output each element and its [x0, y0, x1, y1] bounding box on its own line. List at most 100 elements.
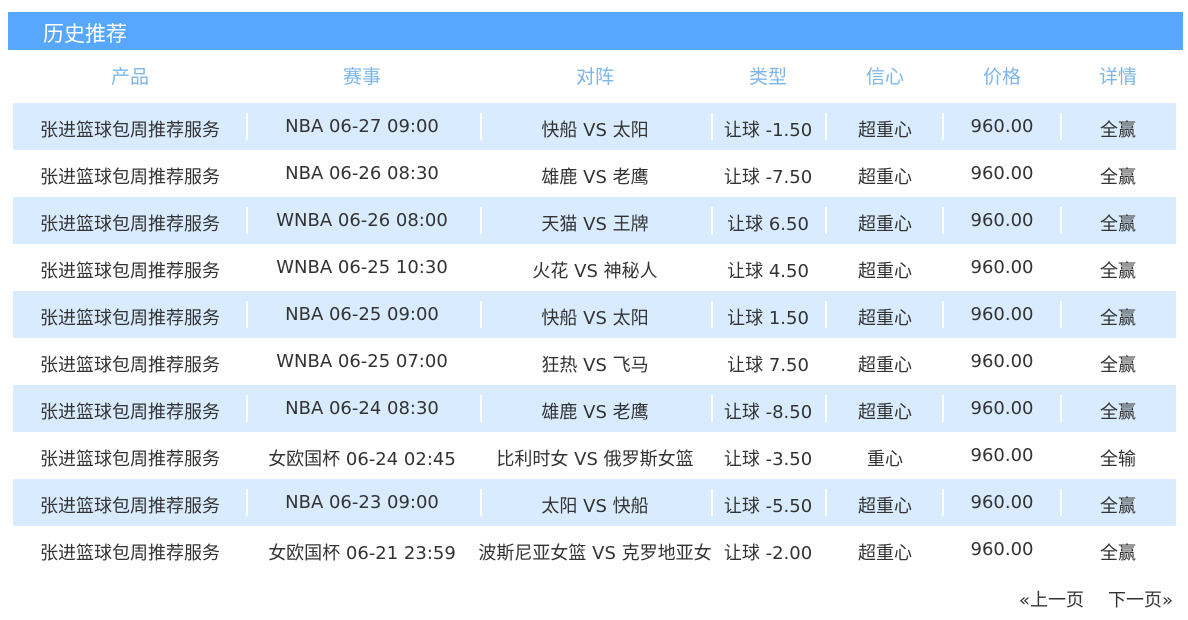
event-cell: NBA 06-25 09:00 [285, 304, 439, 325]
confidence-cell: 超重心 [858, 355, 912, 376]
column-divider [246, 113, 248, 140]
price-cell: 960.00 [970, 210, 1034, 231]
section-title: 历史推荐 [43, 22, 127, 46]
match-cell: 比利时女 VS 俄罗斯女篮 [496, 449, 694, 470]
price-cell: 960.00 [970, 398, 1034, 419]
column-header-event: 赛事 [342, 66, 382, 88]
detail-cell: 全赢 [1100, 308, 1136, 329]
column-divider [825, 301, 827, 328]
product-cell: 张进篮球包周推荐服务 [40, 449, 220, 470]
event-cell: NBA 06-26 08:30 [285, 163, 439, 184]
confidence-cell: 超重心 [858, 120, 912, 141]
confidence-cell: 超重心 [858, 308, 912, 329]
column-divider [1060, 395, 1062, 422]
confidence-cell: 超重心 [858, 167, 912, 188]
column-divider [246, 489, 248, 516]
detail-cell: 全赢 [1100, 214, 1136, 235]
table-row: 张进篮球包周推荐服务 女欧国杯 06-21 23:59 波斯尼亚女篮 VS 克罗地亚… [13, 526, 1176, 573]
detail-cell: 全赢 [1100, 167, 1136, 188]
match-cell: 雄鹿 VS 老鹰 [541, 402, 649, 423]
type-cell: 让球 -3.50 [723, 449, 813, 470]
detail-cell: 全赢 [1100, 120, 1136, 141]
event-cell: NBA 06-27 09:00 [285, 116, 439, 137]
column-divider [246, 207, 248, 234]
history-table: 张进篮球包周推荐服务 NBA 06-27 09:00 快船 VS 太阳 让球 -1.5… [13, 103, 1176, 573]
price-cell: 960.00 [970, 304, 1034, 325]
event-cell: 女欧国杯 06-21 23:59 [268, 543, 456, 564]
next-page-link[interactable]: 下一页» [1108, 586, 1173, 612]
column-divider [942, 207, 944, 234]
confidence-cell: 超重心 [858, 543, 912, 564]
match-cell: 雄鹿 VS 老鹰 [541, 167, 649, 188]
column-divider [246, 395, 248, 422]
type-cell: 让球 -5.50 [723, 496, 813, 517]
section-title-bar: 历史推荐 [8, 12, 1183, 50]
product-cell: 张进篮球包周推荐服务 [40, 214, 220, 235]
product-cell: 张进篮球包周推荐服务 [40, 308, 220, 329]
table-row: 张进篮球包周推荐服务 WNBA 06-26 08:00 天猫 VS 王牌 让球 6.5… [13, 197, 1176, 244]
column-divider [942, 395, 944, 422]
type-cell: 让球 -1.50 [723, 120, 813, 141]
confidence-cell: 超重心 [858, 496, 912, 517]
detail-cell: 全输 [1100, 449, 1136, 470]
confidence-cell: 重心 [867, 449, 903, 470]
match-cell: 狂热 VS 飞马 [541, 355, 649, 376]
column-divider [711, 301, 713, 328]
table-header: 产品 赛事 对阵 类型 信心 价格 详情 [13, 62, 1176, 94]
product-cell: 张进篮球包周推荐服务 [40, 167, 220, 188]
detail-cell: 全赢 [1100, 402, 1136, 423]
column-divider [711, 395, 713, 422]
column-header-confidence: 信心 [865, 66, 905, 88]
column-divider [825, 207, 827, 234]
column-header-product: 产品 [110, 66, 150, 88]
price-cell: 960.00 [970, 116, 1034, 137]
column-divider [942, 489, 944, 516]
column-header-type: 类型 [748, 66, 788, 88]
type-cell: 让球 -2.00 [723, 543, 813, 564]
type-cell: 让球 1.50 [727, 308, 809, 329]
column-header-match: 对阵 [575, 66, 615, 88]
column-divider [825, 395, 827, 422]
column-divider [1060, 489, 1062, 516]
column-divider [942, 301, 944, 328]
column-divider [825, 489, 827, 516]
column-divider [711, 113, 713, 140]
price-cell: 960.00 [970, 351, 1034, 372]
price-cell: 960.00 [970, 492, 1034, 513]
prev-page-link[interactable]: «上一页 [1019, 586, 1084, 612]
detail-cell: 全赢 [1100, 355, 1136, 376]
column-divider [711, 489, 713, 516]
product-cell: 张进篮球包周推荐服务 [40, 543, 220, 564]
match-cell: 快船 VS 太阳 [541, 120, 649, 141]
table-row: 张进篮球包周推荐服务 NBA 06-24 08:30 雄鹿 VS 老鹰 让球 -8.5… [13, 385, 1176, 432]
type-cell: 让球 -8.50 [723, 402, 813, 423]
column-divider [246, 301, 248, 328]
detail-cell: 全赢 [1100, 543, 1136, 564]
table-row: 张进篮球包周推荐服务 女欧国杯 06-24 02:45 比利时女 VS 俄罗斯女篮 让… [13, 432, 1176, 479]
product-cell: 张进篮球包周推荐服务 [40, 355, 220, 376]
event-cell: NBA 06-23 09:00 [285, 492, 439, 513]
event-cell: WNBA 06-25 07:00 [276, 351, 448, 372]
detail-cell: 全赢 [1100, 261, 1136, 282]
event-cell: 女欧国杯 06-24 02:45 [268, 449, 456, 470]
match-cell: 快船 VS 太阳 [541, 308, 649, 329]
confidence-cell: 超重心 [858, 214, 912, 235]
confidence-cell: 超重心 [858, 261, 912, 282]
confidence-cell: 超重心 [858, 402, 912, 423]
product-cell: 张进篮球包周推荐服务 [40, 261, 220, 282]
product-cell: 张进篮球包周推荐服务 [40, 496, 220, 517]
column-divider [1060, 113, 1062, 140]
type-cell: 让球 6.50 [727, 214, 809, 235]
price-cell: 960.00 [970, 539, 1034, 560]
type-cell: 让球 4.50 [727, 261, 809, 282]
match-cell: 波斯尼亚女篮 VS 克罗地亚女 [478, 543, 712, 564]
column-divider [711, 207, 713, 234]
column-divider [480, 301, 482, 328]
price-cell: 960.00 [970, 445, 1034, 466]
price-cell: 960.00 [970, 163, 1034, 184]
match-cell: 太阳 VS 快船 [541, 496, 649, 517]
column-divider [1060, 301, 1062, 328]
column-divider [1060, 207, 1062, 234]
column-divider [942, 113, 944, 140]
table-row: 张进篮球包周推荐服务 NBA 06-25 09:00 快船 VS 太阳 让球 1.50… [13, 291, 1176, 338]
